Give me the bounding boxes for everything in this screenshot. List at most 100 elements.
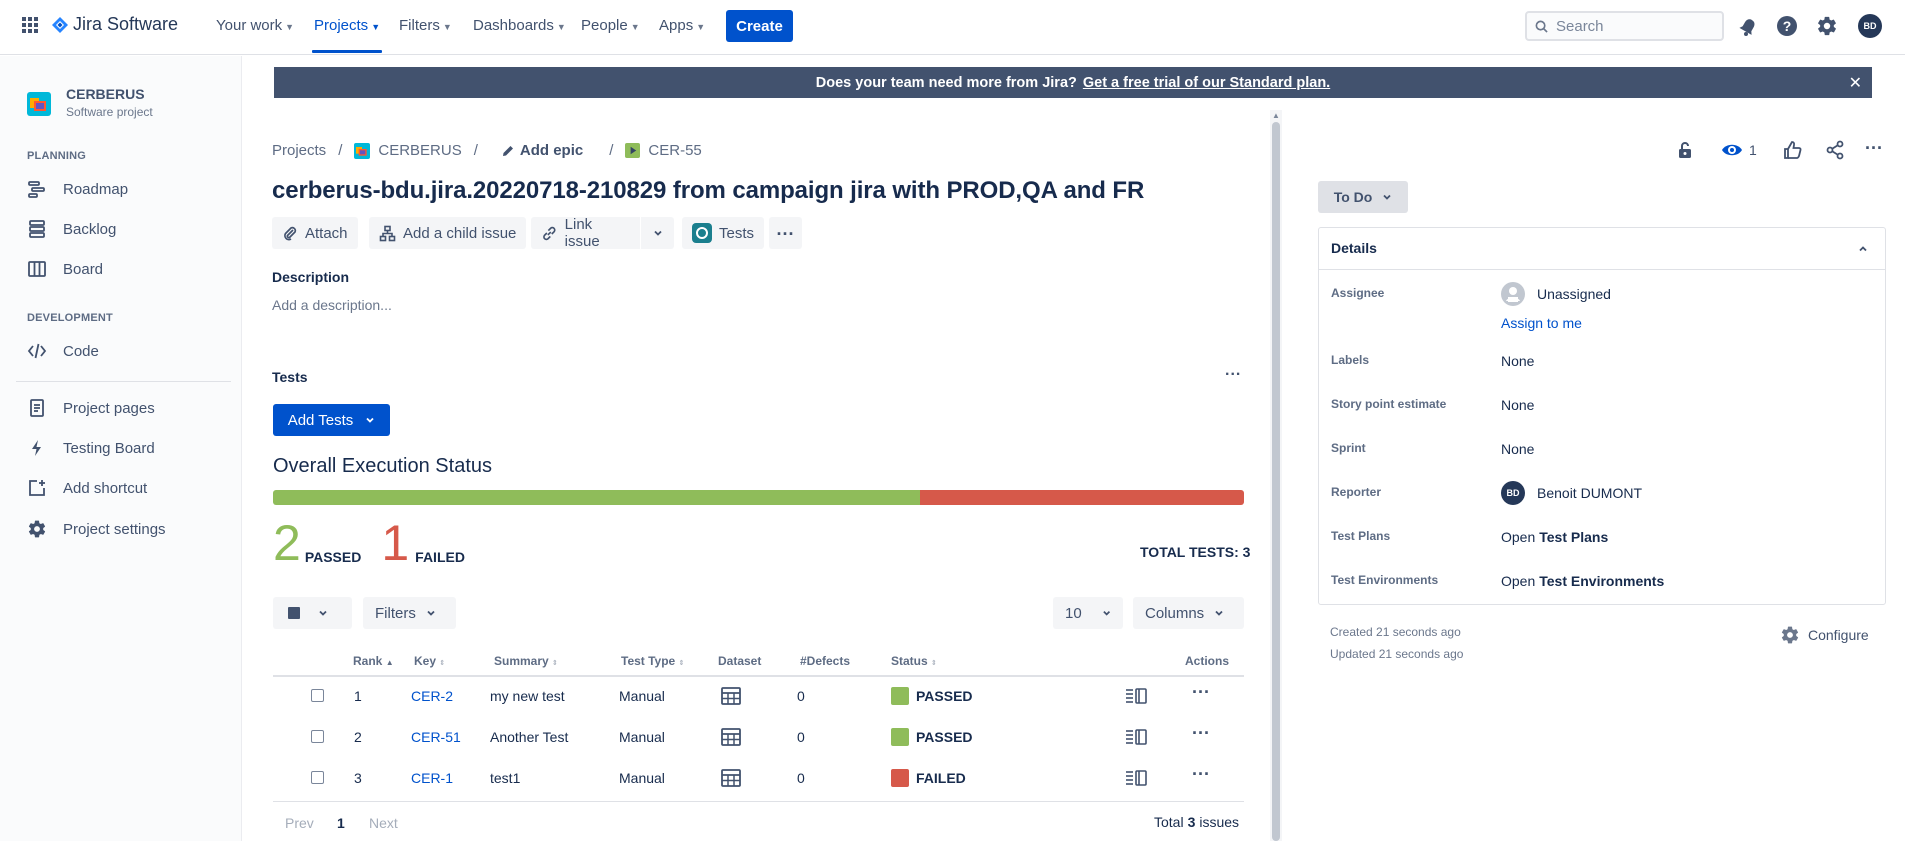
execution-details-icon[interactable]	[1125, 688, 1147, 704]
dataset-table-icon[interactable]	[721, 769, 741, 787]
test-plans-link[interactable]: Open Test Plans	[1501, 529, 1608, 545]
add-tests-button[interactable]: Add Tests	[273, 404, 390, 436]
link-issue-dropdown[interactable]	[641, 217, 674, 249]
eye-icon	[1722, 144, 1742, 156]
breadcrumb-project[interactable]: CERBERUS	[378, 142, 461, 159]
chevron-down-icon: ▼	[556, 21, 566, 32]
nav-projects[interactable]: Projects ▼	[314, 17, 380, 34]
like-icon[interactable]	[1783, 140, 1803, 160]
header-summary-label: Summary	[494, 654, 549, 668]
add-child-issue-button[interactable]: Add a child issue	[369, 217, 527, 249]
scroll-up-icon[interactable]: ▲	[1272, 111, 1280, 120]
sidebar-item-backlog[interactable]: Backlog	[27, 219, 116, 239]
sidebar-item-roadmap[interactable]: Roadmap	[27, 179, 128, 199]
nav-filters-label: Filters	[399, 17, 440, 34]
user-avatar[interactable]: BD	[1858, 14, 1882, 38]
header-key[interactable]: Key ⇕	[414, 654, 445, 668]
nav-apps[interactable]: Apps ▼	[659, 17, 705, 34]
add-epic-button[interactable]: Add epic	[502, 142, 583, 159]
sort-asc-icon: ▲	[385, 658, 394, 667]
assign-to-me-link[interactable]: Assign to me	[1501, 315, 1582, 331]
details-header[interactable]: Details	[1318, 227, 1886, 270]
notifications-icon[interactable]	[1738, 17, 1758, 37]
execution-details-icon[interactable]	[1125, 770, 1147, 786]
jira-logo[interactable]: Jira Software	[51, 14, 178, 35]
reporter-field[interactable]: BD Benoit DUMONT	[1501, 481, 1642, 505]
banner-trial-link[interactable]: Get a free trial of our Standard plan.	[1083, 75, 1330, 91]
columns-dropdown[interactable]: Columns	[1133, 597, 1244, 629]
nav-dashboards[interactable]: Dashboards ▼	[473, 17, 566, 34]
row-checkbox[interactable]	[311, 689, 324, 702]
more-actions-button[interactable]: ...	[769, 217, 802, 249]
header-summary[interactable]: Summary ⇕	[494, 654, 558, 668]
row-key-link[interactable]: CER-51	[411, 729, 461, 745]
test-plans-label: Test Plans	[1331, 529, 1391, 543]
nav-dashboards-label: Dashboards	[473, 17, 554, 34]
sidebar-item-testing-board[interactable]: Testing Board	[27, 438, 155, 458]
page-size-dropdown[interactable]: 10	[1053, 597, 1123, 629]
row-key-link[interactable]: CER-2	[411, 688, 453, 704]
execution-details-icon[interactable]	[1125, 729, 1147, 745]
header-actions: Actions	[1185, 654, 1230, 668]
sidebar-item-project-settings[interactable]: Project settings	[27, 519, 166, 539]
sidebar-item-board[interactable]: Board	[27, 259, 103, 279]
chevron-down-icon: ▼	[630, 21, 640, 32]
nav-filters[interactable]: Filters ▼	[399, 17, 452, 34]
sidebar-item-project-pages[interactable]: Project pages	[27, 398, 155, 418]
create-button[interactable]: Create	[726, 10, 793, 42]
row-checkbox[interactable]	[311, 730, 324, 743]
breadcrumb-issue-key[interactable]: CER-55	[648, 142, 701, 159]
lock-icon[interactable]	[1675, 140, 1695, 160]
bulk-select-dropdown[interactable]	[273, 597, 352, 629]
project-avatar-icon[interactable]	[27, 92, 51, 116]
share-icon[interactable]	[1825, 140, 1845, 160]
reporter-avatar: BD	[1501, 481, 1525, 505]
help-icon[interactable]: ?	[1776, 15, 1798, 37]
pagination-page[interactable]: 1	[337, 815, 345, 831]
pagination-prev[interactable]: Prev	[285, 815, 314, 831]
page-size-value: 10	[1065, 604, 1082, 622]
story-points-value[interactable]: None	[1501, 397, 1534, 413]
issue-title[interactable]: cerberus-bdu.jira.20220718-210829 from c…	[272, 177, 1144, 205]
row-status: PASSED	[916, 688, 973, 704]
header-test-type[interactable]: Test Type ⇕	[621, 654, 684, 668]
sidebar-item-add-shortcut[interactable]: Add shortcut	[27, 478, 147, 498]
attach-button[interactable]: Attach	[272, 217, 358, 249]
settings-gear-icon[interactable]	[1816, 15, 1838, 37]
breadcrumb-projects[interactable]: Projects	[272, 142, 326, 159]
test-environments-link[interactable]: Open Test Environments	[1501, 573, 1664, 589]
nav-people[interactable]: People ▼	[581, 17, 640, 34]
nav-your-work[interactable]: Your work ▼	[216, 17, 294, 34]
chevron-down-icon	[319, 610, 327, 616]
sidebar-item-code[interactable]: Code	[27, 341, 99, 361]
row-more-actions-icon[interactable]: ...	[1192, 759, 1210, 780]
main-scrollbar-thumb[interactable]	[1272, 122, 1280, 841]
labels-value[interactable]: None	[1501, 353, 1534, 369]
row-checkbox[interactable]	[311, 771, 324, 784]
search-input[interactable]: Search	[1525, 11, 1724, 41]
more-icon[interactable]: ...	[1865, 133, 1883, 154]
project-name[interactable]: CERBERUS	[66, 86, 145, 102]
row-more-actions-icon[interactable]: ...	[1192, 718, 1210, 739]
filters-dropdown[interactable]: Filters	[363, 597, 456, 629]
status-transition-button[interactable]: To Do	[1318, 181, 1408, 213]
pagination-next[interactable]: Next	[369, 815, 398, 831]
sprint-value[interactable]: None	[1501, 441, 1534, 457]
header-rank[interactable]: Rank ▲	[353, 654, 394, 668]
row-key-link[interactable]: CER-1	[411, 770, 453, 786]
top-navigation: Jira Software Your work ▼ Projects ▼ Filte…	[0, 0, 1905, 55]
close-icon[interactable]: ✕	[1849, 73, 1862, 93]
tests-button[interactable]: Tests	[682, 217, 765, 249]
dataset-table-icon[interactable]	[721, 728, 741, 746]
watchers-button[interactable]: 1	[1721, 140, 1757, 160]
header-status[interactable]: Status ⇕	[891, 654, 937, 668]
total-prefix: Total	[1154, 814, 1184, 830]
assignee-field[interactable]: Unassigned	[1501, 282, 1611, 306]
tests-more-icon[interactable]: ...	[1225, 362, 1241, 380]
app-switcher-icon[interactable]	[22, 17, 38, 33]
row-more-actions-icon[interactable]: ...	[1192, 677, 1210, 698]
link-issue-button[interactable]: Link issue	[531, 216, 640, 250]
description-field[interactable]: Add a description...	[272, 297, 392, 313]
dataset-table-icon[interactable]	[721, 687, 741, 705]
configure-button[interactable]: Configure	[1780, 625, 1869, 645]
